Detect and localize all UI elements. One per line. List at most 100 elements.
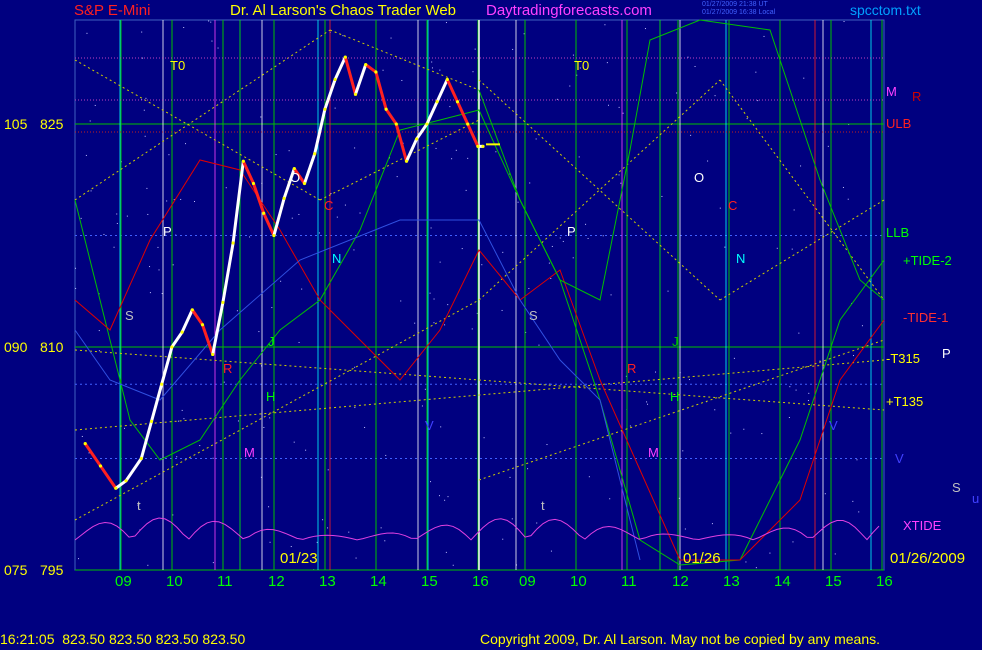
date-label: 01/23 bbox=[280, 550, 318, 567]
star-dot bbox=[354, 366, 356, 368]
star-dot bbox=[291, 217, 293, 219]
chart-title: Dr. Al Larson's Chaos Trader Web bbox=[230, 2, 457, 19]
star-dot bbox=[431, 67, 433, 69]
price-point bbox=[282, 196, 286, 200]
price-segment bbox=[435, 78, 449, 103]
star-dot bbox=[447, 496, 449, 498]
star-dot bbox=[445, 551, 447, 553]
star-dot bbox=[618, 174, 620, 176]
price-point bbox=[180, 330, 184, 334]
right-label: LLB bbox=[886, 225, 909, 240]
star-dot bbox=[438, 495, 440, 497]
star-dot bbox=[793, 209, 795, 211]
star-dot bbox=[834, 553, 836, 555]
star-dot bbox=[528, 287, 530, 289]
price-point bbox=[190, 308, 194, 312]
star-dot bbox=[380, 527, 382, 529]
event-marker-P: P bbox=[163, 224, 172, 239]
x-tick-label: 16 bbox=[472, 573, 489, 590]
background-stars bbox=[75, 20, 863, 571]
star-dot bbox=[502, 251, 504, 253]
price-point bbox=[481, 144, 485, 148]
star-dot bbox=[755, 71, 757, 73]
star-dot bbox=[455, 149, 457, 151]
star-dot bbox=[852, 355, 854, 357]
x-tick-label: 11 bbox=[217, 573, 233, 590]
x-tick-label: 13 bbox=[319, 573, 336, 590]
star-dot bbox=[305, 449, 307, 451]
price-point bbox=[251, 181, 256, 186]
event-marker-C: C bbox=[324, 198, 333, 213]
star-dot bbox=[359, 212, 361, 214]
star-dot bbox=[424, 388, 426, 390]
event-marker-P: P bbox=[567, 224, 576, 239]
star-dot bbox=[439, 69, 441, 71]
star-dot bbox=[322, 519, 324, 521]
star-dot bbox=[327, 469, 329, 471]
price-segment bbox=[384, 108, 398, 125]
price-segment bbox=[272, 197, 286, 236]
star-dot bbox=[147, 564, 149, 566]
price-point bbox=[83, 442, 87, 446]
star-dot bbox=[481, 264, 483, 266]
star-dot bbox=[181, 409, 183, 411]
price-segment bbox=[221, 242, 235, 303]
price-point bbox=[124, 479, 128, 483]
star-dot bbox=[103, 233, 105, 235]
star-dot bbox=[562, 240, 564, 242]
price-point bbox=[98, 464, 103, 468]
event-marker-S: S bbox=[125, 308, 134, 323]
star-dot bbox=[429, 292, 431, 294]
star-dot bbox=[236, 310, 238, 312]
price-segment bbox=[139, 420, 153, 459]
price-point bbox=[221, 300, 225, 305]
cycle-diagonal bbox=[719, 199, 885, 301]
star-dot bbox=[88, 452, 90, 454]
star-dot bbox=[382, 69, 384, 71]
star-dot bbox=[440, 426, 442, 428]
chart-area: 105 825 090 810 075 795 09 10 11 12 13 14 15 16 09 10 11… bbox=[4, 19, 979, 590]
price-point bbox=[231, 241, 235, 245]
star-dot bbox=[260, 116, 262, 118]
event-marker-R: R bbox=[627, 361, 636, 376]
star-dot bbox=[217, 47, 219, 49]
star-dot bbox=[536, 522, 538, 524]
star-dot bbox=[495, 151, 497, 153]
x-tick-label: 11 bbox=[621, 573, 637, 590]
star-dot bbox=[550, 550, 552, 552]
star-dot bbox=[585, 223, 587, 225]
event-marker-J: J bbox=[268, 334, 275, 349]
star-dot bbox=[78, 558, 80, 560]
star-dot bbox=[763, 35, 765, 37]
star-dot bbox=[622, 112, 624, 114]
x-tick-label: 13 bbox=[723, 573, 740, 590]
star-dot bbox=[177, 420, 179, 422]
star-dot bbox=[145, 97, 147, 99]
star-dot bbox=[529, 182, 531, 184]
price-point bbox=[313, 152, 317, 156]
star-dot bbox=[185, 143, 187, 145]
star-dot bbox=[827, 145, 829, 147]
star-dot bbox=[474, 48, 476, 50]
star-dot bbox=[288, 150, 290, 152]
timestamp-local: 01/27/2009 16:38 Local bbox=[702, 9, 776, 16]
star-dot bbox=[280, 280, 282, 282]
star-dot bbox=[629, 425, 631, 427]
star-dot bbox=[75, 287, 77, 289]
star-dot bbox=[852, 500, 854, 502]
star-dot bbox=[212, 562, 214, 564]
star-dot bbox=[661, 195, 663, 197]
right-label: S bbox=[952, 480, 961, 495]
star-dot bbox=[803, 77, 805, 79]
star-dot bbox=[344, 204, 346, 206]
price-segment bbox=[405, 138, 419, 162]
price-point bbox=[374, 70, 378, 74]
star-dot bbox=[608, 104, 610, 106]
star-dot bbox=[334, 107, 336, 109]
star-dot bbox=[421, 405, 423, 407]
y-label-primary: 075 bbox=[4, 562, 28, 578]
star-dot bbox=[755, 567, 757, 569]
star-dot bbox=[719, 207, 721, 209]
right-label: +T135 bbox=[886, 394, 923, 409]
price-point bbox=[302, 181, 307, 186]
